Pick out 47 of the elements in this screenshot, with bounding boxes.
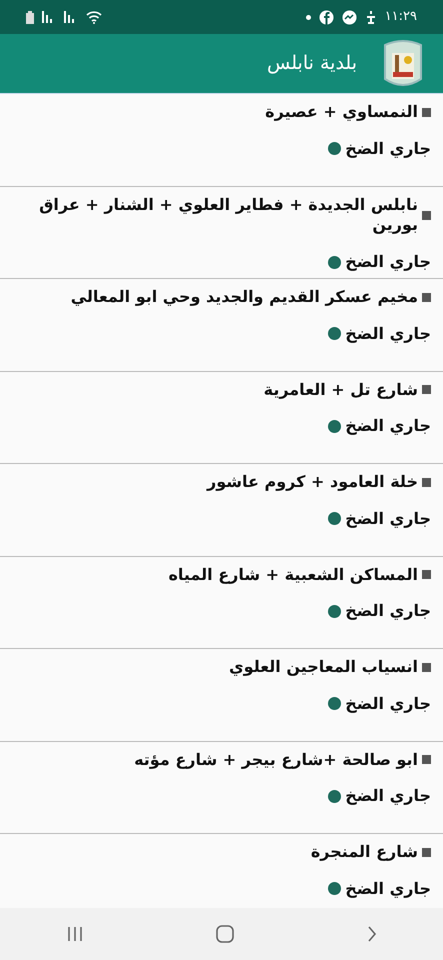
recent-apps-icon[interactable] bbox=[66, 926, 82, 942]
pumping-status: جاري الضخ bbox=[345, 878, 431, 900]
status-dot bbox=[328, 256, 342, 269]
dot-icon bbox=[306, 14, 311, 20]
area-name: نابلس الجديدة + فطاير العلوي + الشنار + عراق بورين bbox=[38, 194, 418, 236]
pumping-status: جاري الضخ bbox=[345, 415, 431, 438]
pumping-status: جاري الضخ bbox=[345, 251, 431, 274]
clock: ١١:٢٩ bbox=[384, 8, 417, 26]
bullet-icon bbox=[422, 292, 431, 302]
logo-icon bbox=[381, 38, 425, 88]
app-title: بلدية نابلس bbox=[267, 51, 357, 76]
bullet-icon bbox=[422, 848, 431, 857]
status-dot bbox=[328, 327, 342, 340]
bullet-icon bbox=[422, 755, 431, 764]
home-icon[interactable] bbox=[216, 925, 234, 943]
area-name: النمساوي + عصيرة bbox=[265, 102, 418, 123]
chat-icon bbox=[342, 10, 357, 24]
bullet-icon bbox=[422, 210, 431, 220]
area-name: المساكن الشعبية + شارع المياه bbox=[168, 564, 418, 586]
status-dot bbox=[328, 790, 342, 803]
status-dot bbox=[328, 697, 342, 710]
bullet-icon bbox=[422, 662, 431, 672]
bullet-icon bbox=[422, 478, 431, 487]
status-dot bbox=[328, 882, 342, 896]
area-name: خلة العامود + كروم عاشور bbox=[207, 472, 418, 493]
area-name: مخيم عسكر القديم والجديد وحي ابو المعالي bbox=[70, 287, 418, 308]
pumping-status: جاري الضخ bbox=[345, 138, 431, 160]
pumping-status: جاري الضخ bbox=[345, 508, 431, 530]
pumping-status: جاري الضخ bbox=[345, 692, 431, 715]
pumping-status: جاري الضخ bbox=[345, 322, 431, 345]
bullet-icon bbox=[422, 570, 431, 580]
status-dot bbox=[328, 512, 342, 526]
area-name: ابو صالحة +شارع بيجر + شارع مؤته bbox=[134, 750, 418, 770]
status-dot bbox=[328, 604, 342, 618]
status-dot bbox=[328, 142, 342, 156]
bullet-icon bbox=[422, 385, 431, 394]
social-icon bbox=[318, 10, 334, 24]
area-name: شارع تل + العامرية bbox=[264, 380, 418, 400]
area-name: شارع المنجرة bbox=[310, 842, 418, 863]
status-dot bbox=[328, 420, 342, 433]
back-icon[interactable] bbox=[366, 926, 376, 942]
battery-icon bbox=[26, 10, 34, 24]
wifi-icon bbox=[86, 10, 102, 24]
pumping-status: جاري الضخ bbox=[345, 600, 431, 622]
bullet-icon bbox=[422, 108, 431, 117]
pumping-status: جاري الضخ bbox=[345, 785, 431, 808]
area-name: انسياب المعاجين العلوي bbox=[229, 657, 418, 678]
